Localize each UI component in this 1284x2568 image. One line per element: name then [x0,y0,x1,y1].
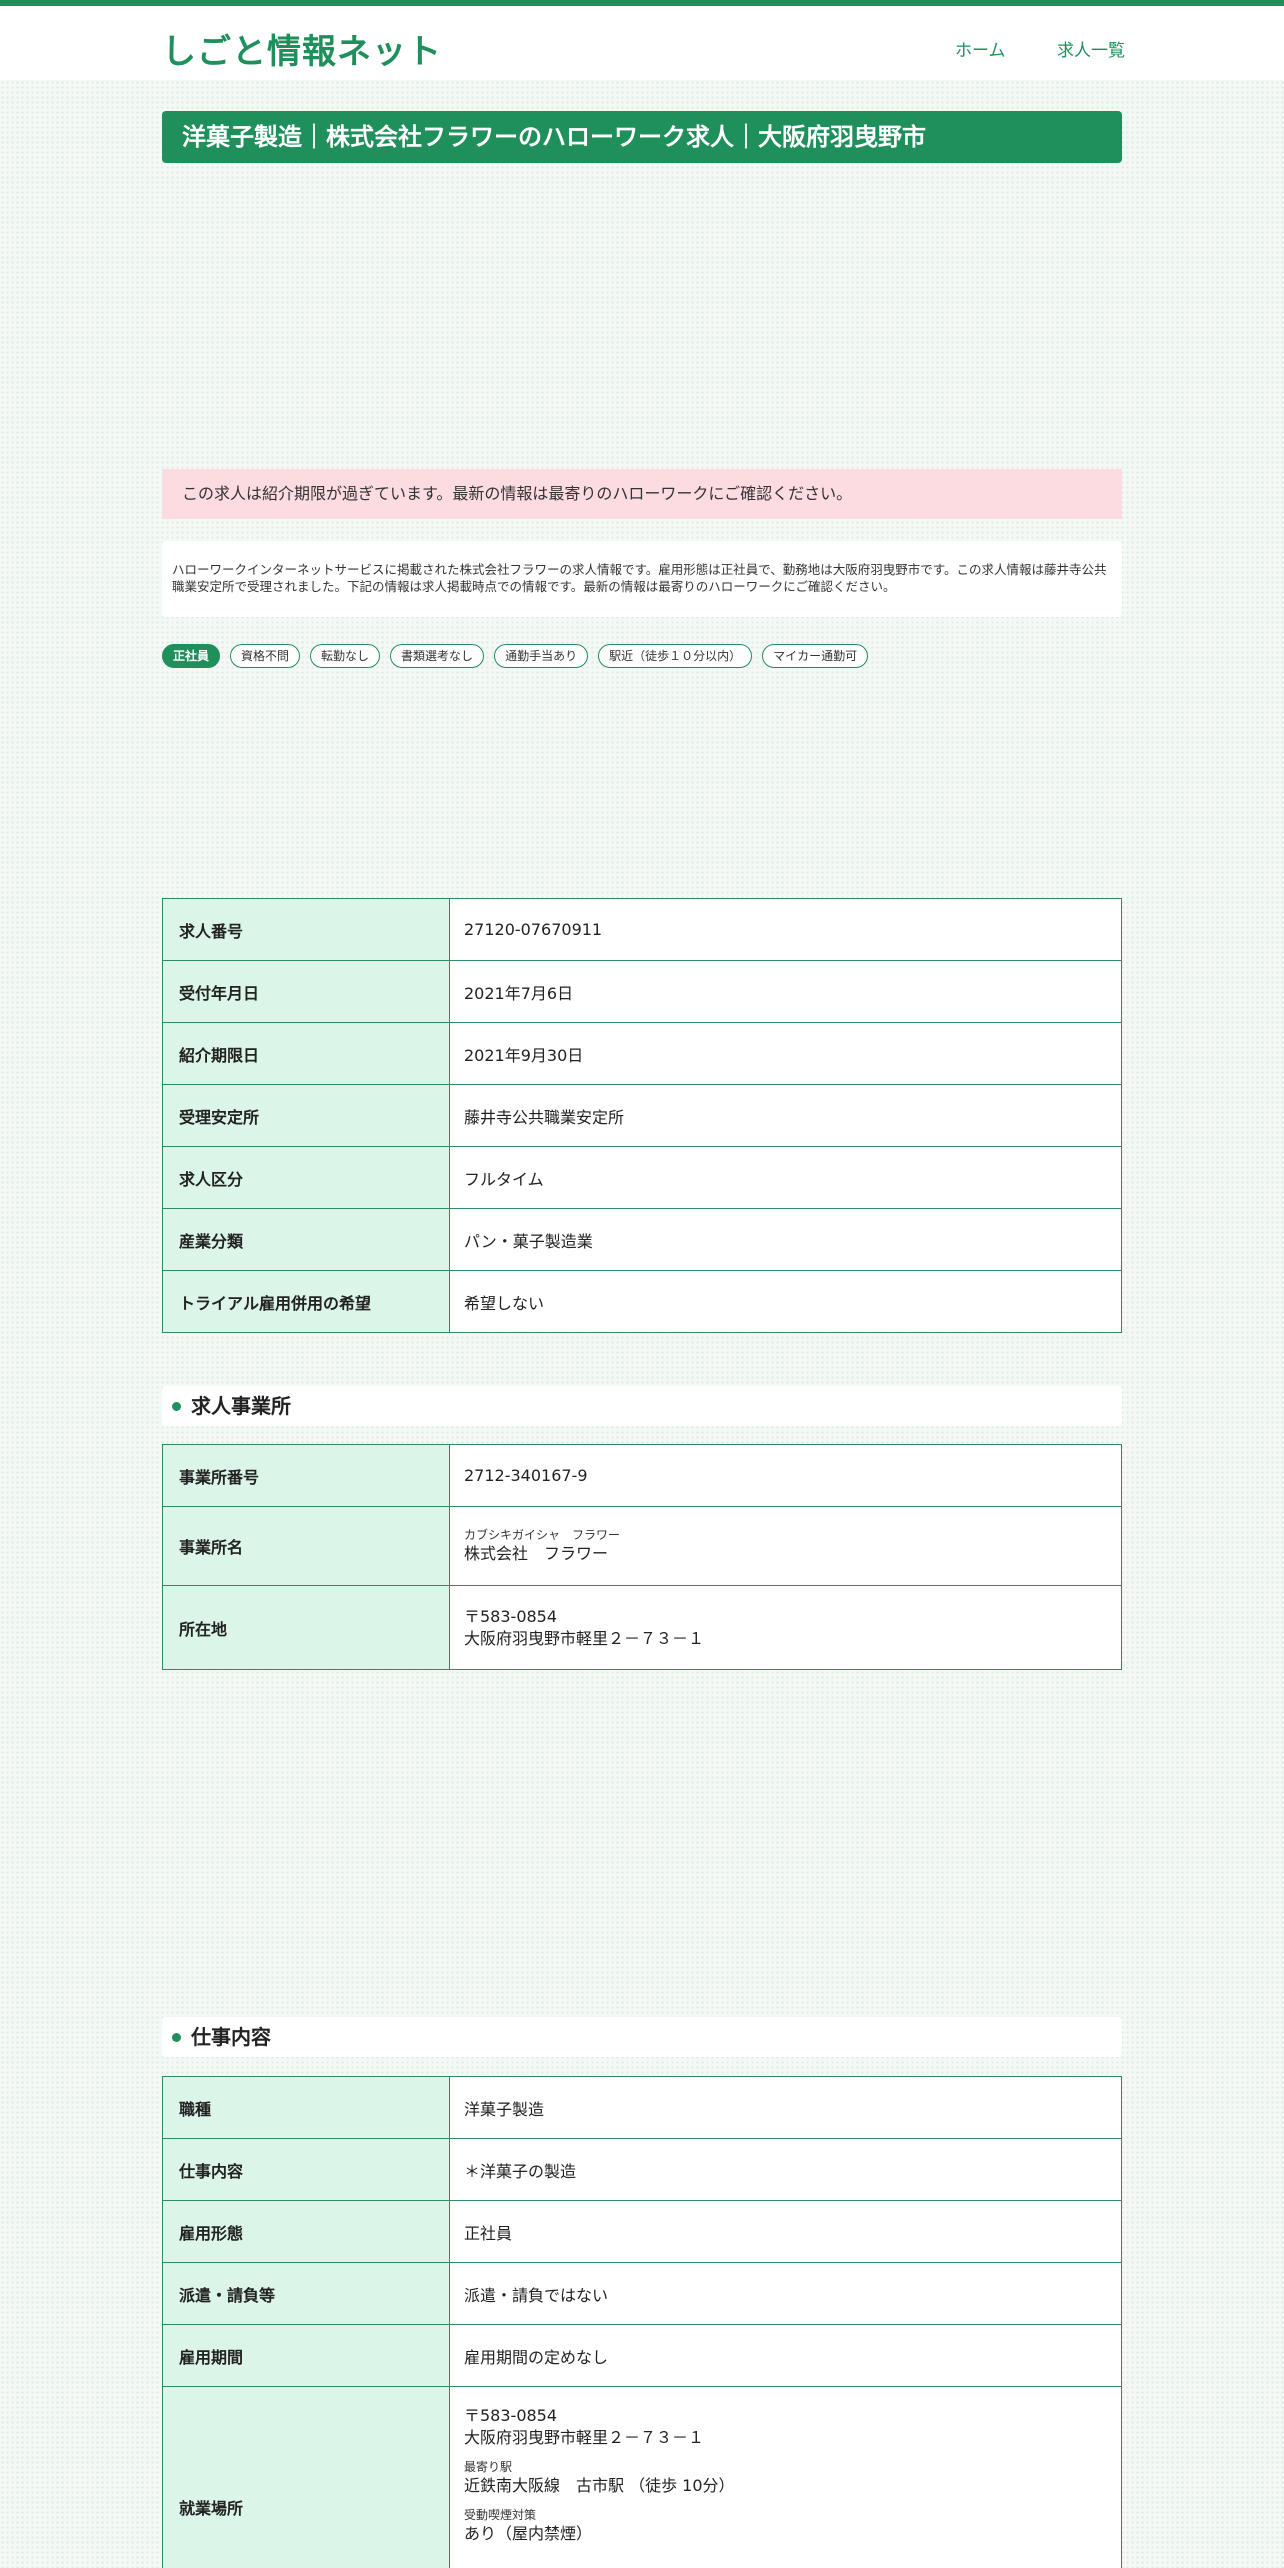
row-value: ＊洋菓子の製造 [449,2138,1122,2201]
row-label: 事業所番号 [162,1444,450,1507]
office-address: 大阪府羽曳野市軽里２－７３－１ [464,1628,705,1648]
tag-car-commute: マイカー通勤可 [762,644,869,668]
nav-job-list-link[interactable]: 求人一覧 [1057,36,1125,61]
table-row: 受付年月日 2021年7月6日 [162,960,1122,1023]
workplace-address: 大阪府羽曳野市軽里２－７３－１ [464,2428,705,2447]
row-label: 所在地 [162,1585,450,1670]
table-row: 仕事内容 ＊洋菓子の製造 [162,2138,1122,2201]
row-label: 求人区分 [162,1146,450,1209]
table-row: 派遣・請負等 派遣・請負ではない [162,2262,1122,2325]
smoking-label: 受動喫煙対策 [464,2508,537,2522]
nearest-station: 近鉄南大阪線 古市駅 （徒歩 10分） [464,2476,735,2495]
table-row: 求人番号 27120-07670911 [162,898,1122,961]
site-header: しごと情報ネット ホーム 求人一覧 [0,6,1284,80]
row-label: 求人番号 [162,898,450,961]
row-label: 紹介期限日 [162,1022,450,1085]
row-value: 雇用期間の定めなし [449,2324,1122,2387]
bullet-dot-icon [172,2032,181,2042]
tag-employment-type: 正社員 [162,644,221,668]
job-info-table: 職種 洋菓子製造 仕事内容 ＊洋菓子の製造 雇用形態 正社員 派遣・請負等 派遣… [162,2076,1122,2568]
nav-home-link[interactable]: ホーム [955,36,1006,61]
table-row: 就業場所 〒583-0854 大阪府羽曳野市軽里２－７３－１ 最寄り駅 近鉄南大… [162,2386,1122,2568]
tag-no-qualification: 資格不問 [230,644,301,668]
station-label: 最寄り駅 [464,2460,513,2474]
row-label: 産業分類 [162,1208,450,1271]
office-info-table: 事業所番号 2712-340167-9 事業所名 カブシキガイシャ フラワー 株… [162,1444,1122,1670]
row-label: 仕事内容 [162,2138,450,2201]
row-value: 正社員 [449,2200,1122,2263]
tag-list: 正社員 資格不問 転勤なし 書類選考なし 通勤手当あり 駅近（徒歩１０分以内） … [162,644,1122,670]
row-value: 洋菓子製造 [449,2076,1122,2139]
section-heading-text: 仕事内容 [191,2025,271,2049]
row-value: フルタイム [449,1146,1122,1209]
row-label: 派遣・請負等 [162,2262,450,2325]
office-name-cell: カブシキガイシャ フラワー 株式会社 フラワー [449,1506,1122,1586]
section-heading-office: 求人事業所 [162,1386,1122,1426]
row-value: 藤井寺公共職業安定所 [449,1084,1122,1147]
row-value: 派遣・請負ではない [449,2262,1122,2325]
section-heading-job: 仕事内容 [162,2017,1122,2057]
smoking-policy: あり（屋内禁煙） [464,2524,593,2543]
tag-no-transfer: 転勤なし [310,644,381,668]
row-label: 受付年月日 [162,960,450,1023]
row-label: 雇用期間 [162,2324,450,2387]
table-row: 雇用形態 正社員 [162,2200,1122,2263]
office-postal-code: 〒583-0854 [464,1606,558,1626]
row-label: トライアル雇用併用の希望 [162,1270,450,1333]
tag-no-document-screening: 書類選考なし [390,644,485,668]
row-value: パン・菓子製造業 [449,1208,1122,1271]
tag-near-station: 駅近（徒歩１０分以内） [598,644,753,668]
bullet-dot-icon [172,1401,181,1411]
table-row: トライアル雇用併用の希望 希望しない [162,1270,1122,1333]
basic-info-table: 求人番号 27120-07670911 受付年月日 2021年7月6日 紹介期限… [162,898,1122,1333]
row-value: 2021年9月30日 [449,1022,1122,1085]
row-value: 希望しない [449,1270,1122,1333]
row-label: 受理安定所 [162,1084,450,1147]
row-label: 就業場所 [162,2386,450,2568]
section-heading-text: 求人事業所 [191,1394,291,1418]
page-title: 洋菓子製造｜株式会社フラワーのハローワーク求人｜大阪府羽曳野市 [162,111,1122,163]
row-value: 2021年7月6日 [449,960,1122,1023]
office-address-cell: 〒583-0854 大阪府羽曳野市軽里２－７３－１ [449,1585,1122,1670]
workplace-postal-code: 〒583-0854 [464,2406,558,2425]
table-row: 受理安定所 藤井寺公共職業安定所 [162,1084,1122,1147]
row-label: 事業所名 [162,1506,450,1586]
row-label: 雇用形態 [162,2200,450,2263]
expired-notice: この求人は紹介期限が過ぎています。最新の情報は最寄りのハローワークにご確認くださ… [162,469,1122,519]
table-row: 紹介期限日 2021年9月30日 [162,1022,1122,1085]
table-row: 事業所名 カブシキガイシャ フラワー 株式会社 フラワー [162,1506,1122,1586]
office-number: 2712-340167-9 [449,1444,1122,1507]
site-logo[interactable]: しごと情報ネット [162,24,442,73]
office-name-kana: カブシキガイシャ フラワー [464,1528,621,1542]
row-label: 職種 [162,2076,450,2139]
table-row: 職種 洋菓子製造 [162,2076,1122,2139]
tag-commute-allowance: 通勤手当あり [494,644,589,668]
office-name: 株式会社 フラワー [464,1544,609,1563]
table-row: 事業所番号 2712-340167-9 [162,1444,1122,1507]
intro-text: ハローワークインターネットサービスに掲載された株式会社フラワーの求人情報です。雇… [162,541,1122,617]
row-value: 27120-07670911 [449,898,1122,961]
table-row: 所在地 〒583-0854 大阪府羽曳野市軽里２－７３－１ [162,1585,1122,1670]
workplace-cell: 〒583-0854 大阪府羽曳野市軽里２－７３－１ 最寄り駅 近鉄南大阪線 古市… [449,2386,1122,2568]
table-row: 雇用期間 雇用期間の定めなし [162,2324,1122,2387]
table-row: 求人区分 フルタイム [162,1146,1122,1209]
table-row: 産業分類 パン・菓子製造業 [162,1208,1122,1271]
